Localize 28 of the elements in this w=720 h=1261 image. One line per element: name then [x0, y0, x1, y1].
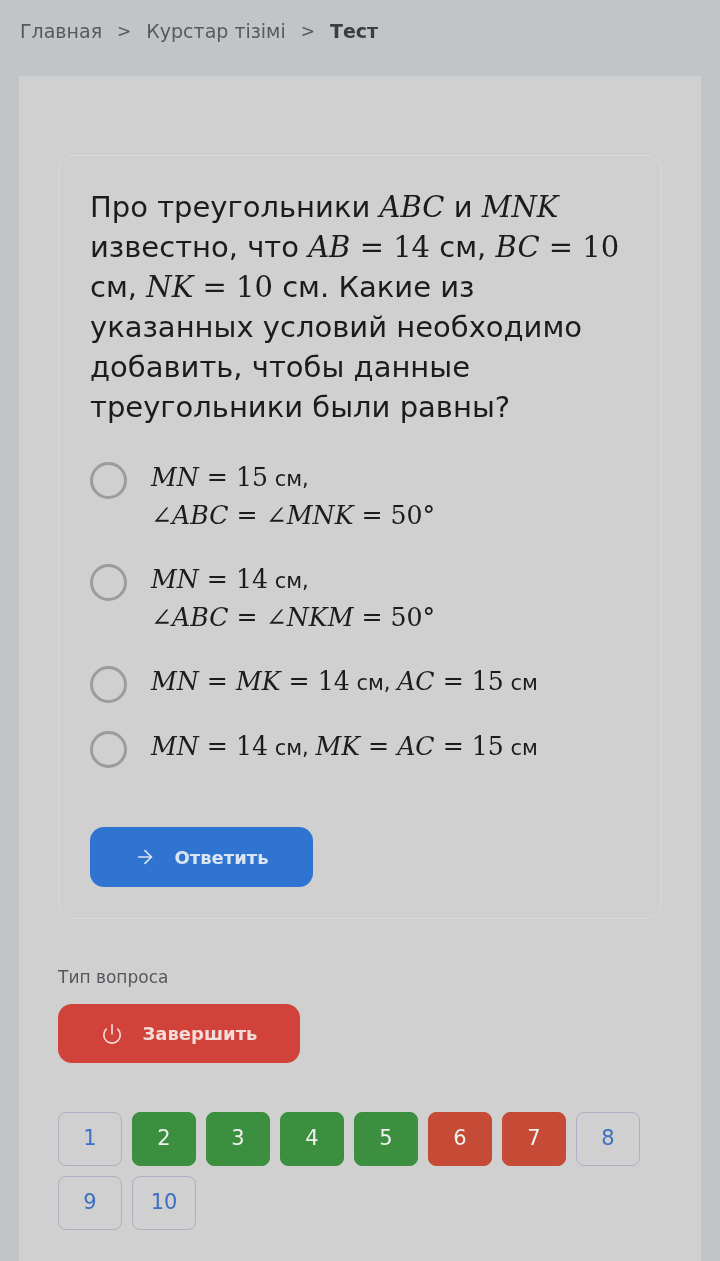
question-number-button[interactable]: 5 [354, 1112, 418, 1166]
question-number-button[interactable]: 3 [206, 1112, 270, 1166]
breadcrumb-current: Тест [330, 19, 379, 44]
question-number-button[interactable]: 10 [132, 1176, 196, 1230]
option-text: MN = 14 см, ∠ABC = ∠NKM = 50° [151, 564, 436, 634]
option-text: MN = 15 см, ∠ABC = ∠MNK = 50° [151, 462, 436, 532]
question-number-button[interactable]: 6 [428, 1112, 492, 1166]
question-number-button[interactable]: 8 [576, 1112, 640, 1166]
question-number-button[interactable]: 9 [58, 1176, 122, 1230]
question-text: Про треугольники ABC и MNK известно, что AB = 14 см, BC = 10 см, NK = 10 см. Какие из указанных условий необходимо добавить, чтобы данные треугольники были равны? [90, 189, 621, 426]
breadcrumb-separator: > [117, 20, 132, 43]
radio-button[interactable] [90, 666, 127, 703]
question-number-button[interactable]: 1 [58, 1112, 122, 1166]
option-text: MN = 14 см, MK = AC = 15 см [151, 731, 538, 763]
answer-button[interactable]: Ответить [90, 827, 313, 887]
breadcrumb-link[interactable]: Главная [20, 18, 103, 44]
radio-button[interactable] [90, 564, 127, 601]
breadcrumb-link[interactable]: Курстар тізімі [146, 18, 286, 44]
question-number-button[interactable]: 4 [280, 1112, 344, 1166]
radio-button[interactable] [90, 462, 127, 499]
radio-button[interactable] [90, 731, 127, 768]
question-type-label: Тип вопроса [58, 966, 169, 989]
finish-button[interactable]: Завершить [58, 1004, 300, 1063]
power-icon [100, 1022, 123, 1045]
question-number-button[interactable]: 7 [502, 1112, 566, 1166]
option-text: MN = MK = 14 см, AC = 15 см [151, 666, 538, 698]
question-number-button[interactable]: 2 [132, 1112, 196, 1166]
breadcrumb-separator: > [300, 20, 315, 43]
